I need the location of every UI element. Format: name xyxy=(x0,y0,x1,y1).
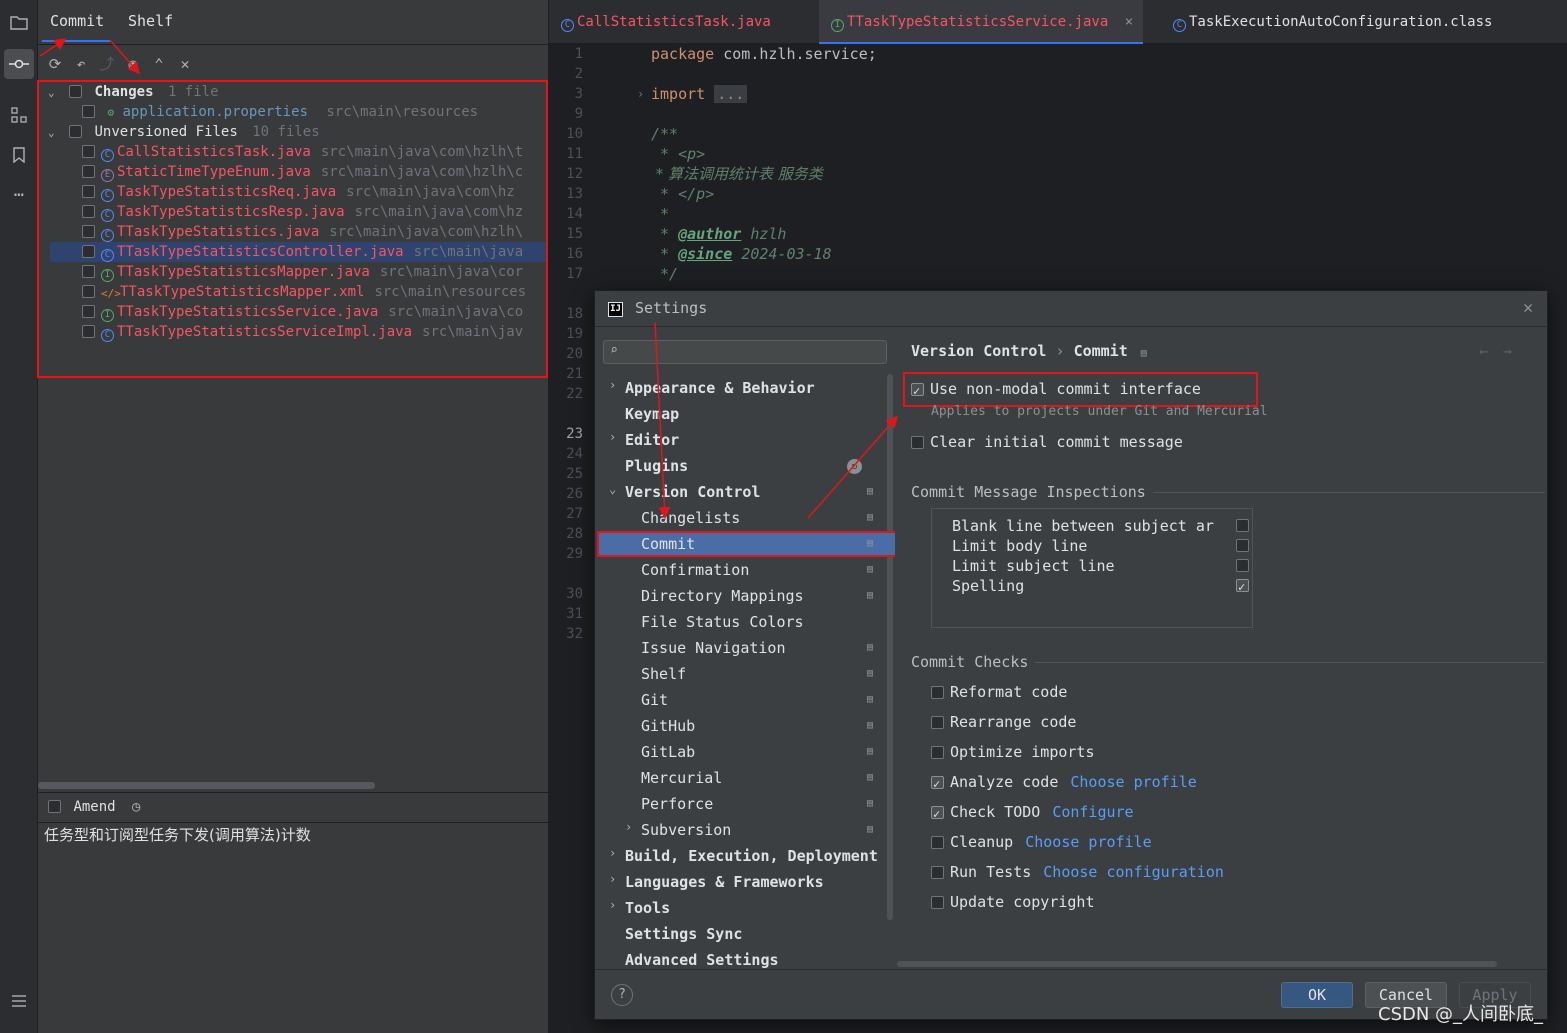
annotation-arrow xyxy=(109,39,140,75)
annotation-arrow xyxy=(39,38,67,57)
annotation-arrows xyxy=(39,38,898,519)
annotation-arrow xyxy=(654,321,671,519)
annotation-arrow xyxy=(807,415,898,519)
watermark: CSDN @_人间卧底_ xyxy=(1378,1004,1544,1025)
